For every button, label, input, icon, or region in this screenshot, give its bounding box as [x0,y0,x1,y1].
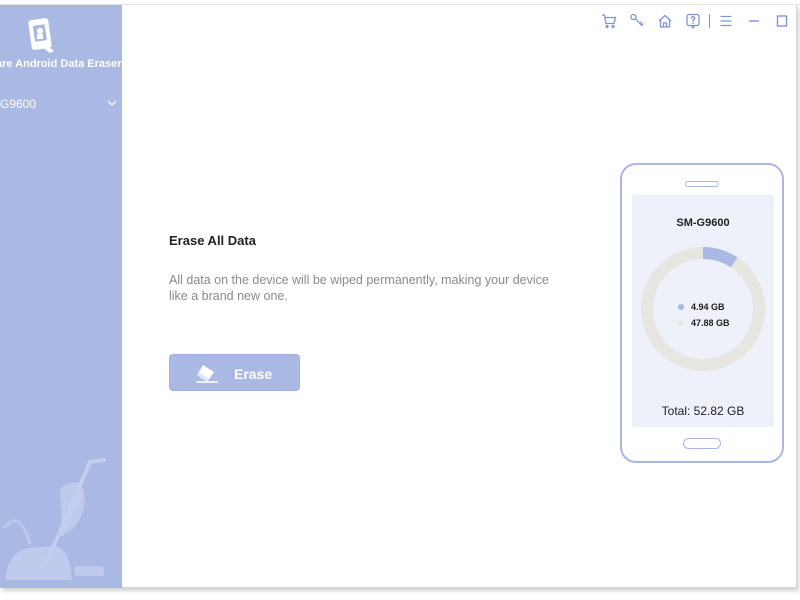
phone-speaker [685,181,719,187]
total-storage: Total: 52.82 GB [661,404,745,418]
menu-button[interactable] [712,11,740,31]
help-button[interactable] [679,11,707,31]
legend-used: 4.94 GB [678,299,730,315]
page-title: Erase All Data [169,233,256,248]
free-value: 47.88 GB [691,318,730,328]
free-dot [678,320,684,326]
erase-button-label: Erase [234,366,273,382]
key-icon [630,13,644,27]
phone-model: SM-G9600 [676,217,730,229]
phone-home-button [683,438,721,449]
used-value: 4.94 GB [691,302,725,312]
key-button[interactable] [623,11,651,31]
storage-legend: 4.94 GB 47.88 GB [678,299,730,331]
device-name: -G9600 [0,97,37,111]
page-description: All data on the device will be wiped per… [169,273,549,303]
minimize-icon [749,20,759,22]
erase-button[interactable]: Erase [169,354,300,391]
app-window: are Android Data Eraser -G9600 Erase All… [0,5,797,588]
legend-free: 47.88 GB [678,315,730,331]
app-title: are Android Data Eraser [0,58,122,70]
used-dot [678,304,684,310]
eraser-illustration-icon [2,458,106,580]
sidebar-item-device[interactable]: -G9600 [0,91,122,117]
sidebar: are Android Data Eraser -G9600 [0,5,122,588]
chevron-down-icon[interactable] [106,97,118,109]
home-icon [658,14,672,28]
maximize-icon [776,15,788,27]
home-button[interactable] [651,11,679,31]
help-icon [686,13,700,29]
window-toolbar [595,11,796,31]
phone-screen: SM-G9600 4.94 GB 47.88 GB Total: 52.82 G… [632,195,774,427]
cart-button[interactable] [595,11,623,31]
eraser-icon [196,365,218,383]
minimize-button[interactable] [740,11,768,31]
app-logo-icon [28,18,54,53]
menu-icon [720,15,732,27]
toolbar-divider [709,14,710,28]
cart-icon [602,14,617,29]
maximize-button[interactable] [768,11,796,31]
phone-storage-card: SM-G9600 4.94 GB 47.88 GB Total: 52.82 G… [620,163,784,463]
